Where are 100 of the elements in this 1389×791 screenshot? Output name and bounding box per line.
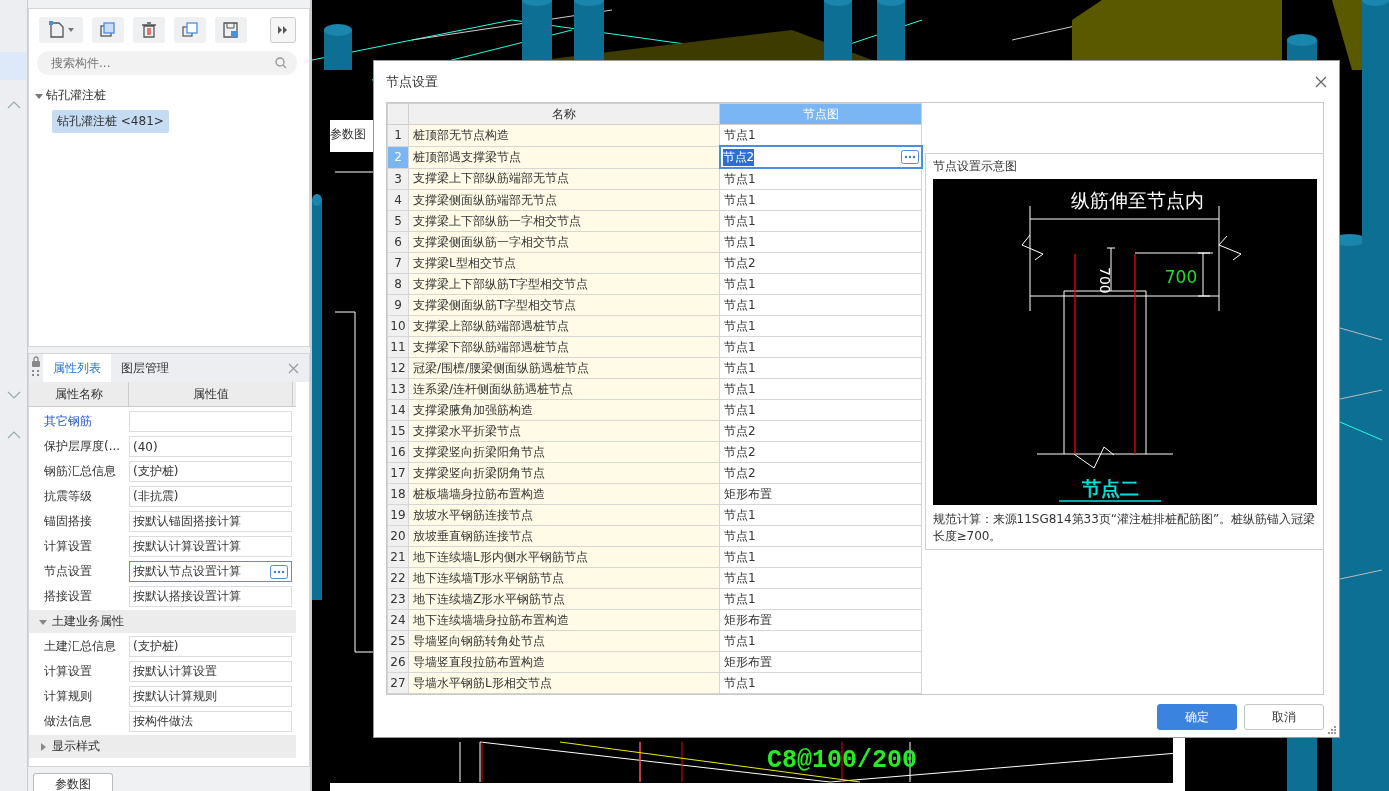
table-cell: 节点1 [719,210,922,232]
parameter-button[interactable]: 参数图 [33,773,113,791]
table-cell: 支撑梁腋角加强筋构造 [408,399,720,421]
expand-button[interactable] [270,17,296,43]
table-cell: 地下连续墙L形内侧水平钢筋节点 [408,546,720,568]
table-cell: 支撑梁竖向折梁阳角节点 [408,441,720,463]
property-value-field[interactable]: (支护桩) [129,461,292,483]
row-number[interactable]: 20 [387,525,409,547]
close-icon[interactable] [288,363,299,375]
table-cell: 节点1 [719,630,922,652]
property-value: (40) [133,439,158,454]
table-cell: 节点1 [719,672,922,694]
property-value: 按默认搭接设置计算 [133,588,241,606]
new-file-button[interactable] [39,17,83,43]
table-cell: 导墙水平钢筋L形相交节点 [408,672,720,694]
expand-triangle-icon[interactable] [39,617,47,626]
property-value: (支护桩) [133,638,179,656]
search-icon [275,57,287,69]
cancel-button[interactable]: 取消 [1244,704,1324,730]
row-number[interactable]: 14 [387,399,409,421]
tree-item[interactable]: 钻孔灌注桩 [46,87,106,104]
confirm-button[interactable]: 确定 [1157,704,1237,730]
group-label: 显示样式 [52,738,100,756]
chevron-icon[interactable] [6,430,22,440]
row-number[interactable]: 1 [387,124,409,146]
property-name: 锚固搭接 [43,513,93,531]
row-number[interactable]: 10 [387,315,409,337]
property-value-field[interactable]: 按构件做法 [129,711,292,733]
column-header: 属性名称 [29,382,129,407]
diagram-heading: 纵筋伸至节点内 [1070,189,1203,211]
table-cell: 节点1 [719,525,922,547]
selected-text: 节点2 [722,148,755,166]
property-name: 土建汇总信息 [43,638,117,656]
row-number[interactable]: 3 [387,168,409,190]
property-link[interactable]: 其它钢筋 [29,413,129,431]
property-value-field[interactable]: 按默认锚固搭接计算 [129,511,292,533]
row-number[interactable]: 23 [387,588,409,610]
column-header[interactable]: 名称 [408,103,720,125]
duplicate-button[interactable] [174,17,206,43]
row-number[interactable]: 15 [387,420,409,442]
row-number[interactable]: 27 [387,672,409,694]
group-header[interactable]: 显示样式 [29,735,296,759]
panel-tab[interactable]: 属性列表 [43,354,111,383]
row-number[interactable]: 5 [387,210,409,232]
row-number[interactable]: 24 [387,609,409,631]
save-icon [221,20,241,40]
search-input[interactable]: 搜索构件... [49,55,271,71]
row-number[interactable]: 13 [387,378,409,400]
save-button[interactable] [215,17,247,43]
row-number[interactable]: 4 [387,189,409,211]
table-cell: 矩形布置 [719,483,922,505]
row-number[interactable]: 17 [387,462,409,484]
table-cell: 节点1 [719,567,922,589]
property-name: 计算设置 [43,663,93,681]
row-number[interactable]: 7 [387,252,409,274]
property-value-field[interactable]: (40) [129,436,292,458]
property-value-field[interactable]: 按默认计算设置 [129,661,292,683]
ellipsis-button[interactable] [900,150,919,164]
table-cell: 节点1 [719,588,922,610]
duplicate-icon [180,20,200,40]
row-number[interactable]: 11 [387,336,409,358]
row-number[interactable]: 22 [387,567,409,589]
table-cell: 节点1 [719,189,922,211]
table-cell: 支撑梁上下部纵筋端部无节点 [408,168,720,190]
expand-triangle-icon[interactable] [39,742,47,751]
search-field[interactable]: 搜索构件... [37,51,297,75]
property-value: 按默认计算规则 [133,688,217,706]
row-number[interactable]: 6 [387,231,409,253]
ellipsis-button[interactable] [270,564,288,579]
group-header[interactable]: 土建业务属性 [29,610,296,634]
property-value-field[interactable]: 按默认计算设置计算 [129,536,292,558]
tree-item[interactable]: 钻孔灌注桩 <481> [52,110,169,133]
row-number[interactable]: 12 [387,357,409,379]
property-value-field[interactable]: 按默认搭接设置计算 [129,586,292,608]
table-cell: 节点2 [719,420,922,442]
chevron-icon[interactable] [6,390,22,400]
chevron-icon[interactable] [6,100,22,110]
property-value-field[interactable]: 按默认计算规则 [129,686,292,708]
copy-icon [98,20,118,40]
close-icon[interactable] [1315,75,1327,88]
panel-tab[interactable]: 图层管理 [111,354,179,383]
property-value-field[interactable] [129,411,292,433]
row-number[interactable]: 21 [387,546,409,568]
property-value-field[interactable]: (支护桩) [129,636,292,658]
row-number[interactable]: 18 [387,483,409,505]
copy-button[interactable] [92,17,124,43]
expand-triangle-icon[interactable] [35,91,43,100]
row-number[interactable]: 8 [387,273,409,295]
row-number[interactable]: 9 [387,294,409,316]
delete-button[interactable] [133,17,165,43]
row-number[interactable]: 25 [387,630,409,652]
resize-grip-icon[interactable] [1328,726,1336,734]
property-value: (支护桩) [133,463,179,481]
row-number[interactable]: 19 [387,504,409,526]
property-value-field[interactable]: (非抗震) [129,486,292,508]
node-dropdown-field[interactable]: 节点2 [719,146,922,168]
row-number[interactable]: 26 [387,651,409,673]
table-cell: 支撑梁上下部纵筋T字型相交节点 [408,273,720,295]
row-number[interactable]: 16 [387,441,409,463]
property-value-field[interactable]: 按默认节点设置计算 [129,561,292,583]
